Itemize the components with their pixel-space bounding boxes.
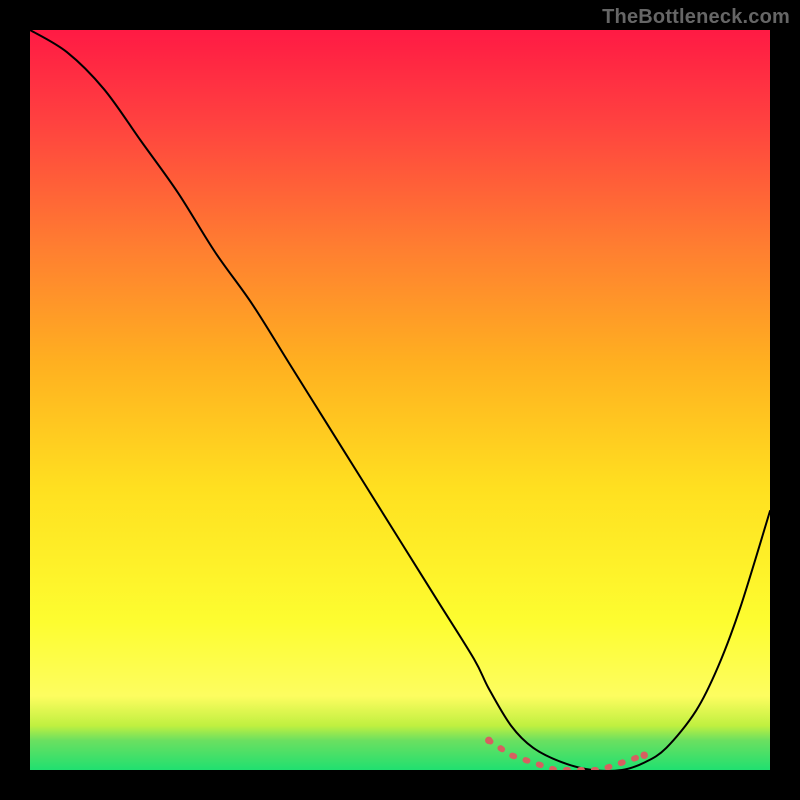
- valley-dot-endpoint: [640, 751, 648, 759]
- chart-canvas: TheBottleneck.com: [0, 0, 800, 800]
- attribution-watermark: TheBottleneck.com: [602, 6, 790, 29]
- curve-svg: [30, 30, 770, 770]
- bottleneck-curve: [30, 30, 770, 770]
- curve-layer: [30, 30, 770, 770]
- valley-dots: [489, 740, 644, 770]
- valley-dot-endpoint: [485, 737, 493, 745]
